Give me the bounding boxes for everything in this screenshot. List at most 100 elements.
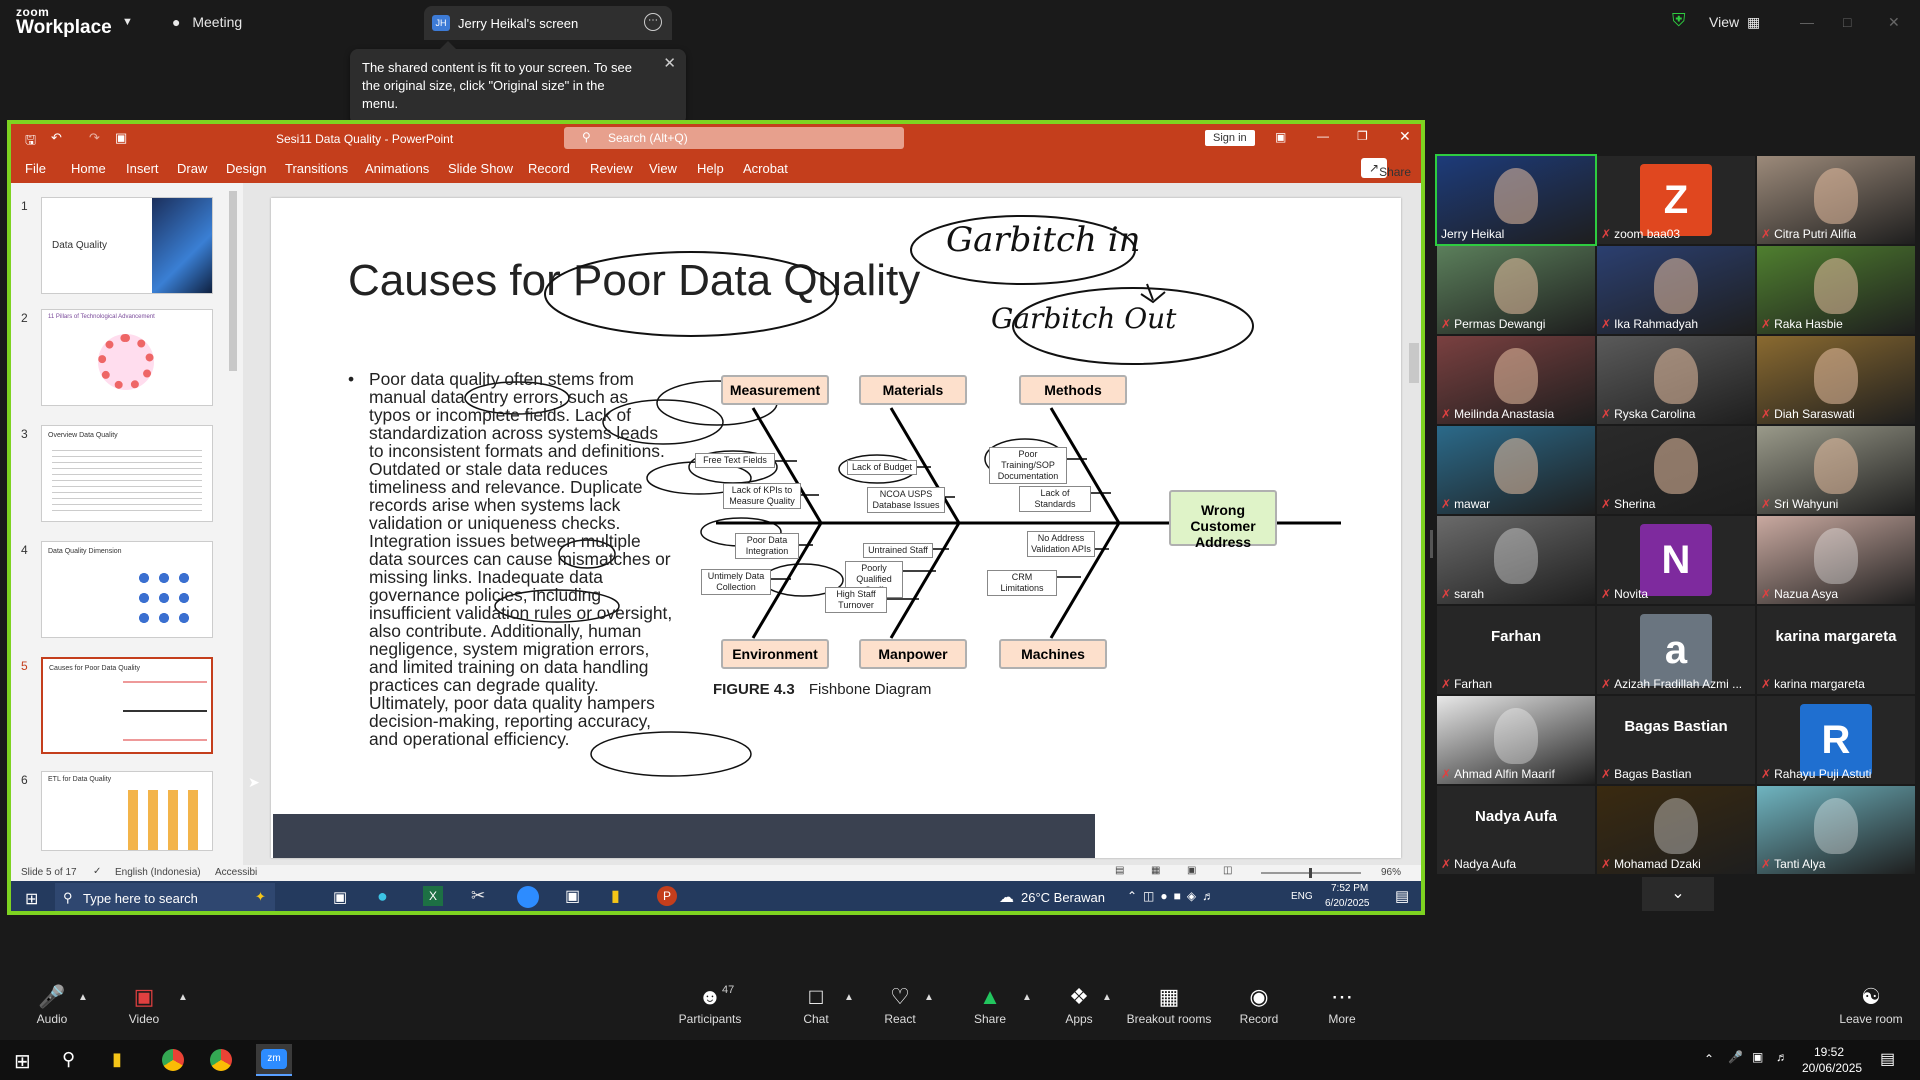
participant-tile[interactable]: Bagas Bastian ✗ Bagas Bastian bbox=[1597, 696, 1755, 784]
system-date[interactable]: 20/06/2025 bbox=[1802, 1061, 1862, 1075]
slide-thumbnail-4[interactable]: Data Quality Dimension bbox=[41, 541, 213, 638]
zoom-taskbar-icon[interactable]: zm bbox=[256, 1044, 292, 1076]
slide-thumbnail-6[interactable]: ETL for Data Quality bbox=[41, 771, 213, 851]
tab-review[interactable]: Review bbox=[590, 161, 633, 176]
tab-slide-show[interactable]: Slide Show bbox=[448, 161, 513, 176]
tab-transitions[interactable]: Transitions bbox=[285, 161, 348, 176]
chat-button[interactable]: □ Chat bbox=[798, 984, 834, 1026]
zoom-level[interactable]: 96% bbox=[1381, 867, 1401, 878]
tab-view[interactable]: View bbox=[649, 161, 677, 176]
tab-help[interactable]: Help bbox=[697, 161, 724, 176]
windows-start-icon[interactable]: ⊞ bbox=[14, 1049, 31, 1074]
breakout-rooms-button[interactable]: ▦ Breakout rooms bbox=[1124, 984, 1214, 1026]
close-icon[interactable]: ✕ bbox=[1888, 14, 1900, 31]
participant-tile[interactable]: ✗ Ryska Carolina bbox=[1597, 336, 1755, 424]
snipping-icon[interactable]: ✂ bbox=[471, 886, 485, 906]
more-options-icon[interactable]: ⋯ bbox=[644, 13, 662, 31]
panel-resize-handle[interactable] bbox=[1430, 530, 1433, 558]
task-view-icon[interactable]: ▣ bbox=[333, 888, 347, 906]
participant-tile[interactable]: ✗ Permas Dewangi bbox=[1437, 246, 1595, 334]
participants-button[interactable]: ☻ Participants bbox=[670, 984, 750, 1026]
redo-icon[interactable]: ↷ bbox=[89, 130, 100, 146]
meeting-menu[interactable]: ● Meeting bbox=[172, 14, 242, 30]
react-options-caret[interactable]: ▲ bbox=[924, 992, 934, 1003]
share-screen-button[interactable]: ▲ Share bbox=[970, 984, 1010, 1026]
taskbar-search[interactable]: ⚲ Type here to search ✦ bbox=[55, 883, 275, 911]
excel-icon[interactable]: X bbox=[423, 886, 443, 906]
sign-in-button[interactable]: Sign in bbox=[1205, 130, 1255, 146]
file-explorer-icon[interactable]: ▮ bbox=[611, 886, 620, 906]
slide-thumbnail-5-selected[interactable]: Causes for Poor Data Quality bbox=[41, 657, 213, 754]
ppt-maximize-icon[interactable]: ❐ bbox=[1357, 129, 1368, 143]
notifications-icon[interactable]: ▤ bbox=[1395, 887, 1409, 905]
photos-icon[interactable]: ▣ bbox=[565, 886, 580, 906]
shield-icon[interactable]: ⛨ bbox=[1672, 10, 1686, 31]
clock-date[interactable]: 6/20/2025 bbox=[1325, 898, 1370, 909]
powerpoint-icon[interactable]: P bbox=[657, 886, 677, 906]
present-icon[interactable]: ▣ bbox=[115, 130, 127, 146]
tab-acrobat[interactable]: Acrobat bbox=[743, 161, 788, 176]
audio-options-caret[interactable]: ▲ bbox=[78, 992, 88, 1003]
zoom-app-icon[interactable] bbox=[517, 886, 539, 908]
reading-view-icon[interactable]: ▣ bbox=[1187, 865, 1196, 876]
participant-tile[interactable]: ✗ Ika Rahmadyah bbox=[1597, 246, 1755, 334]
tray-icons[interactable]: ⌃◫●■◈♬ bbox=[1127, 889, 1220, 903]
tab-animations[interactable]: Animations bbox=[365, 161, 429, 176]
participant-tile[interactable]: N ✗ Novita bbox=[1597, 516, 1755, 604]
tab-record[interactable]: Record bbox=[528, 161, 570, 176]
shared-screen-tab[interactable]: JH Jerry Heikal's screen ⋯ bbox=[424, 6, 672, 40]
ppt-search-box[interactable]: ⚲ Search (Alt+Q) bbox=[564, 127, 904, 149]
mic-tray-icon[interactable]: 🎤 bbox=[1728, 1050, 1743, 1064]
file-explorer-icon[interactable]: ▮ bbox=[112, 1049, 122, 1070]
normal-view-icon[interactable]: ▤ bbox=[1115, 865, 1124, 876]
network-icon[interactable]: ▣ bbox=[1752, 1050, 1763, 1064]
windows-start-icon[interactable]: ⊞ bbox=[25, 889, 38, 909]
chevron-down-icon[interactable]: ▼ bbox=[122, 16, 133, 28]
chrome-icon-2[interactable] bbox=[210, 1049, 232, 1071]
share-options-caret[interactable]: ▲ bbox=[1022, 992, 1032, 1003]
keyboard-language[interactable]: ENG bbox=[1291, 891, 1313, 902]
save-icon[interactable]: 🖫 bbox=[25, 131, 36, 153]
participant-tile[interactable]: ✗ Citra Putri Alifia bbox=[1757, 156, 1915, 244]
maximize-icon[interactable]: □ bbox=[1843, 14, 1851, 30]
tab-draw[interactable]: Draw bbox=[177, 161, 207, 176]
participant-tile[interactable]: Farhan ✗ Farhan bbox=[1437, 606, 1595, 694]
participant-tile[interactable]: a ✗ Azizah Fradillah Azmi ... bbox=[1597, 606, 1755, 694]
tab-home[interactable]: Home bbox=[71, 161, 106, 176]
record-button[interactable]: ◉ Record bbox=[1236, 984, 1282, 1026]
current-slide[interactable]: Causes for Poor Data Quality Garbitch in… bbox=[271, 198, 1401, 858]
spellcheck-icon[interactable]: ✓ bbox=[93, 866, 101, 877]
notifications-icon[interactable]: ▤ bbox=[1880, 1049, 1895, 1069]
chat-options-caret[interactable]: ▲ bbox=[844, 992, 854, 1003]
participant-tile[interactable]: Nadya Aufa ✗ Nadya Aufa bbox=[1437, 786, 1595, 874]
volume-icon[interactable]: ♬ bbox=[1776, 1050, 1788, 1064]
slide-thumbnail-2[interactable]: 11 Pillars of Technological Advancement bbox=[41, 309, 213, 406]
tab-file[interactable]: File bbox=[25, 161, 46, 176]
weather-text[interactable]: 26°C Berawan bbox=[1021, 890, 1105, 905]
ribbon-display-icon[interactable]: ▣ bbox=[1275, 130, 1286, 144]
slideshow-icon[interactable]: ◫ bbox=[1223, 865, 1232, 876]
accessibility-status[interactable]: Accessibi bbox=[215, 867, 257, 878]
participant-tile[interactable]: ✗ sarah bbox=[1437, 516, 1595, 604]
clock-time[interactable]: 7:52 PM bbox=[1331, 883, 1368, 894]
video-button[interactable]: ▣ Video bbox=[122, 984, 166, 1026]
thumbnail-scrollbar[interactable] bbox=[229, 191, 237, 371]
tab-design[interactable]: Design bbox=[226, 161, 266, 176]
close-tooltip-icon[interactable]: ✕ bbox=[663, 55, 676, 73]
participant-tile[interactable]: Jerry Heikal bbox=[1435, 154, 1597, 246]
minimize-icon[interactable]: — bbox=[1800, 14, 1814, 30]
slide-scrollbar[interactable] bbox=[1409, 193, 1419, 713]
video-options-caret[interactable]: ▲ bbox=[178, 992, 188, 1003]
participant-tile[interactable]: ✗ Ahmad Alfin Maarif bbox=[1437, 696, 1595, 784]
participant-tile[interactable]: ✗ mawar bbox=[1437, 426, 1595, 514]
undo-icon[interactable]: ↶ bbox=[51, 130, 62, 146]
participant-tile[interactable]: ✗ Raka Hasbie bbox=[1757, 246, 1915, 334]
participant-tile[interactable]: R ✗ Rahayu Puji Astuti bbox=[1757, 696, 1915, 784]
share-button[interactable]: ↗ Share bbox=[1361, 158, 1411, 179]
language-status[interactable]: English (Indonesia) bbox=[115, 867, 201, 878]
audio-button[interactable]: 🎤 Audio bbox=[30, 984, 74, 1026]
apps-options-caret[interactable]: ▲ bbox=[1102, 992, 1112, 1003]
participant-tile[interactable]: ✗ Nazua Asya bbox=[1757, 516, 1915, 604]
view-menu[interactable]: View ▦ bbox=[1709, 14, 1760, 31]
slide-thumbnail-1[interactable]: Data Quality bbox=[41, 197, 213, 294]
